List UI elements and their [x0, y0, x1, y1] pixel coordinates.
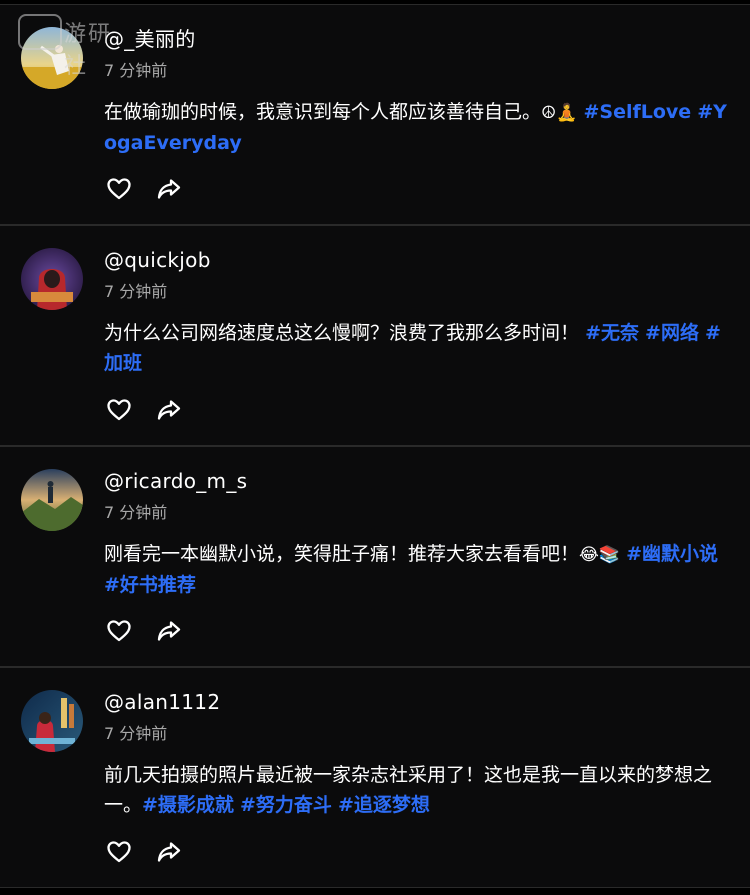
comment-feed: @_美丽的 7 分钟前 在做瑜珈的时候，我意识到每个人都应该善待自己。☮🧘 #S…: [0, 0, 750, 895]
heart-outline-icon: [107, 620, 131, 642]
like-button[interactable]: [106, 397, 132, 423]
post-body: 在做瑜珈的时候，我意识到每个人都应该善待自己。: [104, 101, 542, 123]
username[interactable]: @_美丽的: [104, 27, 196, 51]
username[interactable]: @quickjob: [104, 248, 211, 272]
post-body: 刚看完一本幽默小说，笑得肚子痛！推荐大家去看看吧！: [104, 543, 580, 565]
post-card: @quickjob 7 分钟前 为什么公司网络速度总这么慢啊？浪费了我那么多时间…: [0, 225, 750, 446]
heart-outline-icon: [107, 841, 131, 863]
hashtag-link[interactable]: #好书推荐: [104, 574, 196, 596]
share-arrow-icon: [157, 621, 181, 641]
post-time: 7 分钟前: [104, 503, 168, 522]
hashtag-link[interactable]: #网络: [645, 322, 699, 344]
share-button[interactable]: [156, 618, 182, 644]
heart-outline-icon: [107, 399, 131, 421]
share-button[interactable]: [156, 397, 182, 423]
post-text: 前几天拍摄的照片最近被一家杂志社采用了！这也是我一直以来的梦想之一。#摄影成就 …: [104, 760, 734, 820]
post-text: 为什么公司网络速度总这么慢啊？浪费了我那么多时间！ #无奈 #网络 #加班: [104, 318, 734, 378]
share-arrow-icon: [157, 179, 181, 199]
avatar[interactable]: [21, 27, 83, 89]
avatar[interactable]: [21, 469, 83, 531]
post-time: 7 分钟前: [104, 724, 168, 743]
hashtag-link[interactable]: #无奈: [585, 322, 639, 344]
share-arrow-icon: [157, 400, 181, 420]
hashtag-link[interactable]: #摄影成就: [142, 794, 234, 816]
avatar[interactable]: [21, 690, 83, 752]
hashtag-link[interactable]: #追逐梦想: [338, 794, 430, 816]
like-button[interactable]: [106, 618, 132, 644]
post-body: 为什么公司网络速度总这么慢啊？浪费了我那么多时间！: [104, 322, 580, 344]
post-card: @ricardo_m_s 7 分钟前 刚看完一本幽默小说，笑得肚子痛！推荐大家去…: [0, 446, 750, 667]
like-button[interactable]: [106, 176, 132, 202]
share-button[interactable]: [156, 176, 182, 202]
post-text: 刚看完一本幽默小说，笑得肚子痛！推荐大家去看看吧！😂📚 #幽默小说 #好书推荐: [104, 539, 734, 600]
heart-outline-icon: [107, 178, 131, 200]
hashtag-link[interactable]: #SelfLove: [583, 101, 691, 123]
username[interactable]: @alan1112: [104, 690, 220, 714]
hashtag-link[interactable]: #幽默小说: [626, 543, 718, 565]
like-button[interactable]: [106, 839, 132, 865]
post-card: @_美丽的 7 分钟前 在做瑜珈的时候，我意识到每个人都应该善待自己。☮🧘 #S…: [0, 4, 750, 225]
post-emoji: ☮🧘: [541, 103, 578, 123]
post-card: @alan1112 7 分钟前 前几天拍摄的照片最近被一家杂志社采用了！这也是我…: [0, 667, 750, 888]
post-text: 在做瑜珈的时候，我意识到每个人都应该善待自己。☮🧘 #SelfLove #Yog…: [104, 97, 734, 158]
share-arrow-icon: [157, 842, 181, 862]
post-time: 7 分钟前: [104, 61, 168, 80]
post-time: 7 分钟前: [104, 282, 168, 301]
hashtag-link[interactable]: #努力奋斗: [240, 794, 332, 816]
username[interactable]: @ricardo_m_s: [104, 469, 247, 493]
avatar[interactable]: [21, 248, 83, 310]
share-button[interactable]: [156, 839, 182, 865]
post-emoji: 😂📚: [579, 545, 621, 565]
